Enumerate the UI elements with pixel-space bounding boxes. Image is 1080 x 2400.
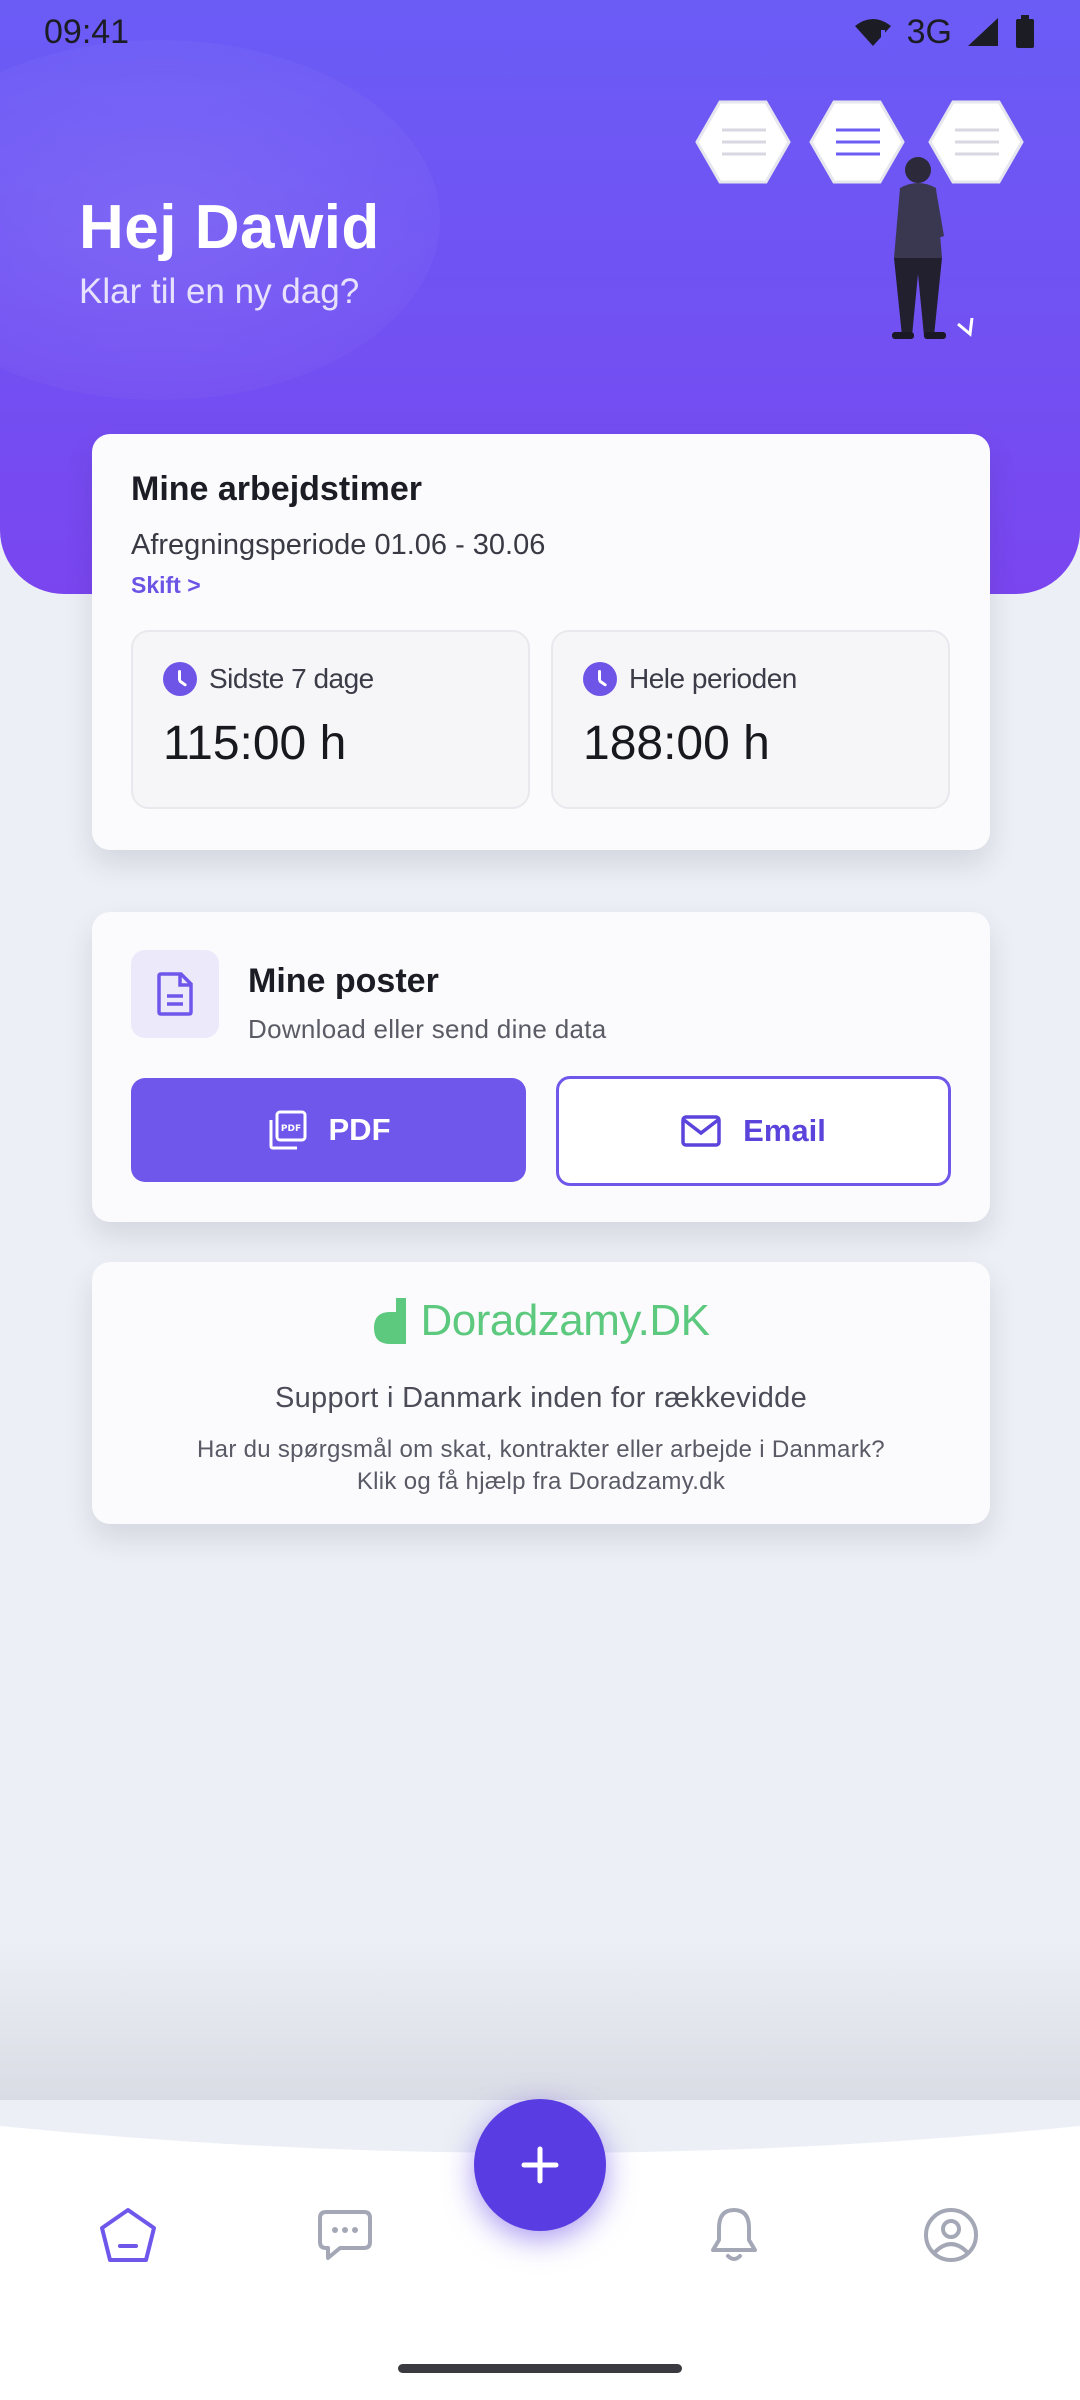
- support-body: Har du spørgsmål om skat, kontrakter ell…: [92, 1434, 990, 1498]
- support-heading: Support i Danmark inden for rækkevidde: [274, 1382, 808, 1414]
- status-icons: 3G: [853, 13, 1036, 52]
- email-button[interactable]: Email: [556, 1076, 951, 1186]
- my-posts-subtitle: Download eller send dine data: [248, 1014, 607, 1044]
- support-body-line: Har du spørgsmål om skat, kontrakter ell…: [197, 1436, 885, 1463]
- pdf-icon: PDF: [269, 1110, 306, 1150]
- stats-row: Sidste 7 dage 115:00 h Hele perioden 188…: [131, 630, 950, 809]
- billing-period: Afregningsperiode 01.06 - 30.06: [131, 529, 546, 561]
- my-posts-card: Mine poster Download eller send dine dat…: [92, 912, 990, 1222]
- status-bar: 09:41 3G: [0, 0, 1080, 64]
- greeting-title: Hej Dawid: [79, 193, 380, 262]
- stat-label: Sidste 7 dage: [209, 663, 374, 694]
- nav-profile[interactable]: [921, 2205, 981, 2265]
- person-checklist-illustration: [695, 100, 1024, 339]
- add-button[interactable]: [474, 2099, 606, 2231]
- support-card[interactable]: Doradzamy.DK Support i Danmark inden for…: [92, 1262, 990, 1524]
- stat-whole-period: Hele perioden 188:00 h: [551, 630, 950, 809]
- home-icon: [100, 2208, 156, 2262]
- doradzamy-logo: Doradzamy.DK: [92, 1296, 990, 1346]
- stat-value: 115:00 h: [163, 717, 347, 770]
- clock-icon: [163, 662, 197, 696]
- brand-name: Doradzamy.DK: [420, 1296, 710, 1345]
- battery-icon: [1016, 15, 1034, 48]
- wifi-icon: [854, 19, 891, 46]
- work-hours-title: Mine arbejdstimer: [131, 470, 422, 508]
- pdf-button[interactable]: PDF PDF: [131, 1078, 526, 1182]
- nav-notifications[interactable]: [704, 2205, 764, 2265]
- bell-icon: [711, 2208, 757, 2261]
- support-body-line: Klik og få hjælp fra Doradzamy.dk: [356, 1468, 726, 1495]
- home-indicator[interactable]: [398, 2364, 682, 2373]
- stat-label: Hele perioden: [629, 663, 797, 694]
- doradzamy-logo-icon: [374, 1298, 407, 1344]
- profile-icon: [924, 2208, 978, 2262]
- work-hours-card: Mine arbejdstimer Afregningsperiode 01.0…: [92, 434, 990, 850]
- nav-shadow: [0, 1940, 1080, 2100]
- add-icon: [521, 2146, 559, 2184]
- nav-messages[interactable]: [315, 2205, 375, 2265]
- status-time: 09:41: [44, 12, 130, 51]
- hexagon-list-icon-active: [809, 100, 905, 184]
- network-type: 3G: [906, 12, 952, 51]
- document-icon: [131, 950, 219, 1038]
- nav-home[interactable]: [98, 2205, 158, 2265]
- stat-value: 188:00 h: [583, 717, 770, 770]
- my-posts-title: Mine poster: [248, 962, 439, 1000]
- mail-icon: [681, 1115, 721, 1147]
- chat-icon: [318, 2210, 372, 2260]
- signal-icon: [968, 18, 998, 46]
- svg-text:PDF: PDF: [280, 1124, 300, 1134]
- greeting-subtitle: Klar til en ny dag?: [79, 272, 360, 311]
- hexagon-list-icon: [928, 100, 1024, 184]
- hexagon-list-icon: [695, 100, 791, 184]
- email-button-label: Email: [743, 1113, 826, 1148]
- stat-last-7-days: Sidste 7 dage 115:00 h: [131, 630, 530, 809]
- clock-icon: [583, 662, 617, 696]
- pdf-button-label: PDF: [328, 1112, 391, 1147]
- person-figure: [892, 157, 974, 339]
- switch-period-link[interactable]: Skift >: [131, 572, 951, 599]
